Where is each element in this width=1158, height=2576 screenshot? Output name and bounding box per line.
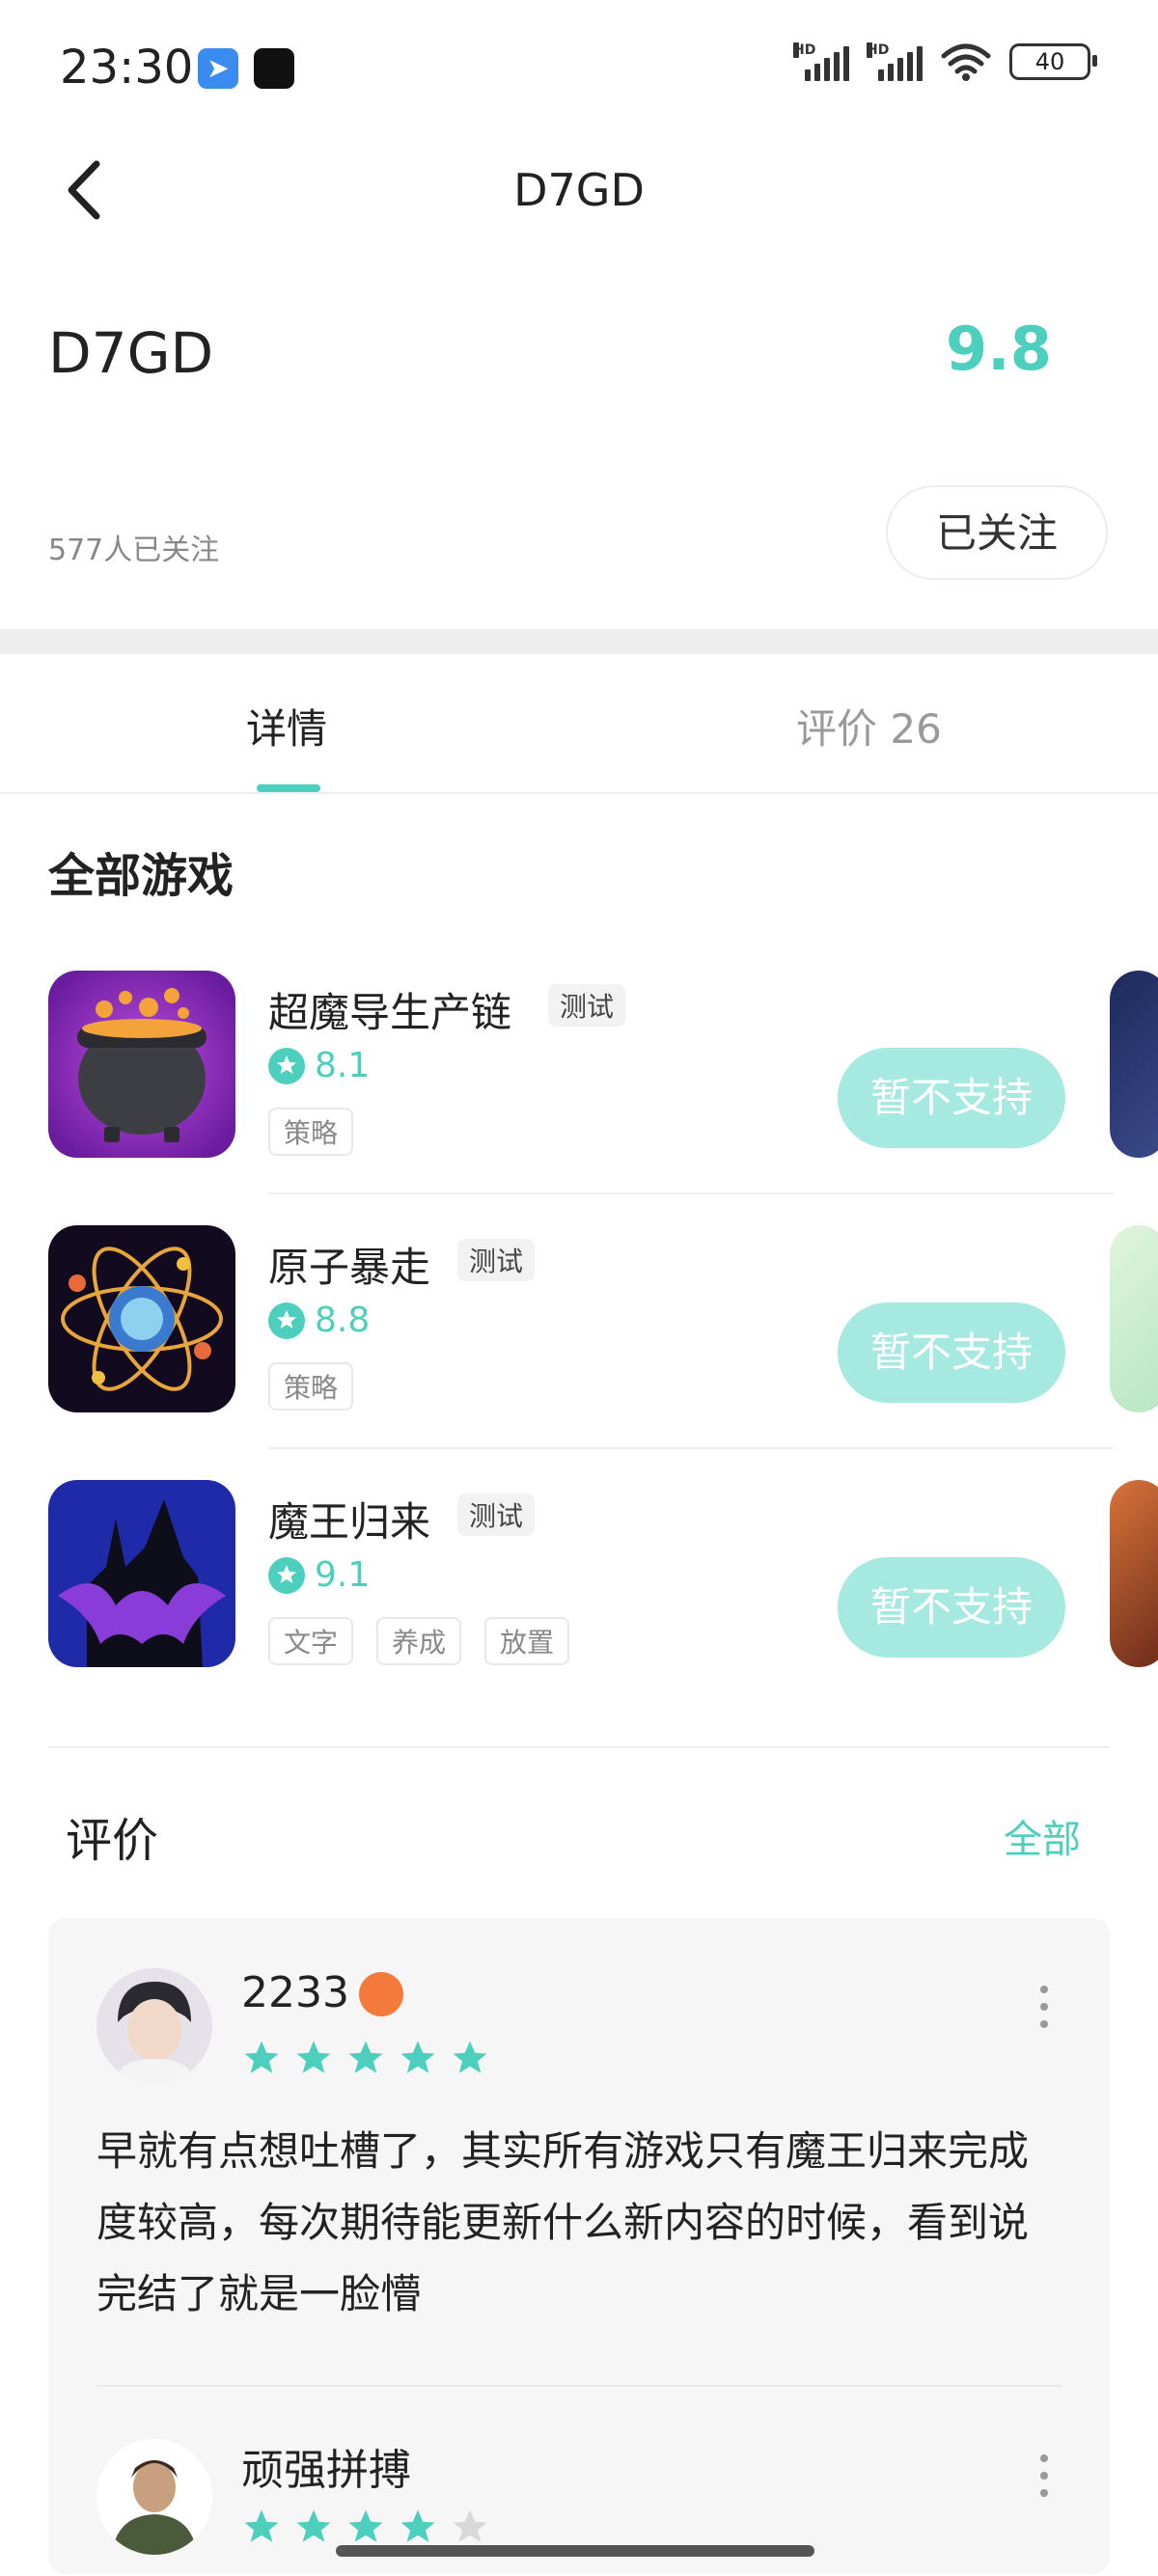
unsupported-button[interactable]: 暂不支持 xyxy=(838,1048,1065,1148)
star-icon xyxy=(348,2041,383,2073)
review-text: 早就有点想吐槽了，其实所有游戏只有魔王归来完成度较高，每次期待能更新什么新内容的… xyxy=(96,2127,1030,2317)
carousel-peek-image[interactable] xyxy=(1110,1480,1158,1667)
avatar[interactable] xyxy=(96,1968,212,2084)
list-divider xyxy=(268,1447,1114,1449)
game-tag: 文字 xyxy=(268,1617,354,1665)
developer-score: 9.8 xyxy=(946,314,1052,384)
star-icon xyxy=(268,1047,305,1084)
game-tag: 放置 xyxy=(484,1617,570,1665)
status-time: 23:30 xyxy=(60,41,194,95)
castle-bat-icon xyxy=(48,1480,235,1667)
star-icon xyxy=(268,1556,305,1594)
star-empty-icon xyxy=(453,2509,487,2542)
review-stars xyxy=(241,2507,490,2547)
star-icon xyxy=(348,2509,383,2542)
test-badge: 测试 xyxy=(457,1239,536,1281)
game-title: 魔王归来 xyxy=(268,1498,431,1546)
status-right: HD HD 40 xyxy=(793,42,1097,81)
avatar[interactable] xyxy=(96,2439,212,2555)
game-title: 原子暴走 xyxy=(268,1244,431,1291)
game-item[interactable]: 超魔导生产链 测试 8.1 策略 暂不支持 xyxy=(48,971,1114,1194)
review-username: 2233 xyxy=(241,1968,349,2017)
tab-reviews-count: 26 xyxy=(890,705,942,753)
tab-details[interactable]: 详情 xyxy=(246,697,327,755)
tab-active-indicator xyxy=(257,784,320,792)
carousel-peek-image[interactable] xyxy=(1110,1225,1158,1412)
game-tags: 策略 xyxy=(268,1108,354,1156)
review-username: 顽强拼搏 xyxy=(241,2446,411,2495)
wifi-icon xyxy=(941,43,991,81)
tab-divider xyxy=(0,792,1158,794)
rating-value: 9.1 xyxy=(315,1555,371,1595)
star-icon xyxy=(400,2041,435,2073)
page-title: D7GD xyxy=(513,164,645,216)
cauldron-icon xyxy=(48,971,235,1158)
star-icon xyxy=(400,2509,435,2542)
battery-icon: 40 xyxy=(1009,43,1097,80)
star-icon xyxy=(244,2509,279,2542)
review-divider xyxy=(96,2385,1062,2387)
app-notification-icon: ➤ xyxy=(198,48,238,89)
review-stars xyxy=(241,2038,490,2078)
review-card[interactable]: 2233 早就有点想吐槽了，其实所有游戏只有魔王归来完成度较高，每次期待能更新什… xyxy=(48,1918,1110,2574)
star-icon xyxy=(244,2041,279,2073)
more-options-icon[interactable] xyxy=(1040,1986,1048,2028)
test-badge: 测试 xyxy=(457,1494,536,1536)
follower-count: 577人已关注 xyxy=(48,534,220,567)
carousel-peek-image[interactable] xyxy=(1110,971,1158,1158)
game-tags: 策略 xyxy=(268,1362,354,1411)
app-notification-icon xyxy=(254,48,294,89)
developer-name: D7GD xyxy=(48,320,214,386)
games-section-title: 全部游戏 xyxy=(48,849,234,903)
signal-icon: HD xyxy=(793,42,849,81)
game-tag: 养成 xyxy=(376,1617,462,1665)
battery-level: 40 xyxy=(1034,48,1065,75)
home-indicator[interactable] xyxy=(336,2545,814,2557)
unsupported-button[interactable]: 暂不支持 xyxy=(838,1302,1065,1403)
tab-details-label: 详情 xyxy=(246,705,328,753)
tab-reviews[interactable]: 评价 26 xyxy=(796,697,942,755)
game-rating: 8.1 xyxy=(268,1046,370,1085)
status-bar: 23:30 ➤ HD HD 40 xyxy=(0,0,1158,135)
user-badge-icon xyxy=(359,1972,403,2016)
section-divider xyxy=(48,1746,1110,1748)
unsupported-button[interactable]: 暂不支持 xyxy=(838,1557,1065,1658)
reviews-section-title: 评价 xyxy=(66,1814,159,1868)
game-rating: 9.1 xyxy=(268,1555,370,1595)
rating-value: 8.8 xyxy=(315,1301,371,1340)
game-item[interactable]: 魔王归来 测试 9.1 文字 养成 放置 暂不支持 xyxy=(48,1480,1110,1673)
signal-icon: HD xyxy=(867,42,923,81)
star-icon xyxy=(296,2041,331,2073)
game-tag: 策略 xyxy=(268,1362,354,1411)
reviews-all-link[interactable]: 全部 xyxy=(1004,1808,1081,1864)
star-icon xyxy=(268,1302,305,1339)
section-separator xyxy=(0,629,1158,654)
star-icon xyxy=(453,2041,487,2073)
star-icon xyxy=(296,2509,331,2542)
game-title: 超魔导生产链 xyxy=(268,989,512,1036)
game-tags: 文字 养成 放置 xyxy=(268,1617,570,1665)
list-divider xyxy=(268,1192,1114,1194)
tab-reviews-label: 评价 xyxy=(796,705,878,753)
game-rating: 8.8 xyxy=(268,1301,370,1340)
more-options-icon[interactable] xyxy=(1040,2454,1048,2497)
follow-button[interactable]: 已关注 xyxy=(886,485,1108,580)
game-item[interactable]: 原子暴走 测试 8.8 策略 暂不支持 xyxy=(48,1225,1114,1449)
rating-value: 8.1 xyxy=(315,1046,371,1085)
test-badge: 测试 xyxy=(548,984,626,1027)
atom-icon xyxy=(48,1225,235,1412)
game-tag: 策略 xyxy=(268,1108,354,1156)
